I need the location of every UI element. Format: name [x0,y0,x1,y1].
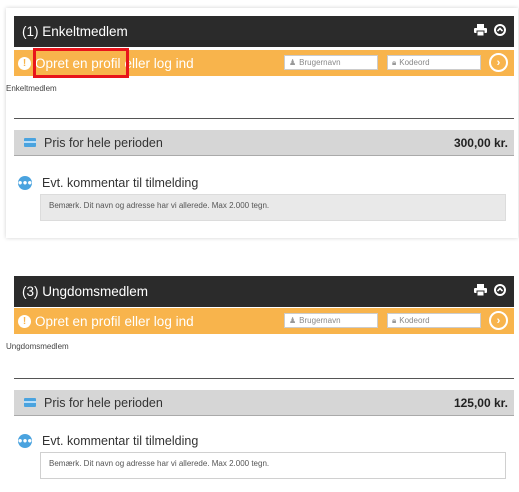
password-input[interactable]: 🔒︎ Kodeord [387,313,481,328]
user-icon: ♟ [289,316,297,325]
info-icon: ! [18,314,31,328]
highlight-box [33,48,129,78]
login-link[interactable]: eller log ind [125,314,194,329]
divider [14,378,514,379]
username-input[interactable]: ♟ Brugernavn [284,313,378,328]
circle-arrow-right-icon[interactable]: › [489,311,508,330]
price-bar: Pris for hele perioden 125,00 kr. [14,390,514,416]
print-icon[interactable] [474,284,487,299]
user-icon: ♟ [289,58,297,67]
comment-title: ●●● Evt. kommentar til tilmelding [18,434,198,448]
divider [14,118,514,119]
credit-card-icon [24,398,36,407]
comment-label: Evt. kommentar til tilmelding [42,176,199,190]
card-title: (1) Enkeltmedlem [22,24,128,39]
lock-icon: 🔒︎ [392,315,397,325]
create-profile-link[interactable]: Opret en profil [35,314,121,329]
credit-card-icon [24,138,36,147]
comment-textarea[interactable]: Bemærk. Dit navn og adresse har vi aller… [40,194,506,221]
circle-arrow-up-icon[interactable] [494,24,506,39]
price-label: Pris for hele perioden [44,395,163,410]
circle-arrow-up-icon[interactable] [494,284,506,299]
comment-textarea[interactable]: Bemærk. Dit navn og adresse har vi aller… [40,452,506,479]
comment-icon: ●●● [18,434,32,448]
member-type-label: Enkeltmedlem [6,84,57,93]
card-title: (3) Ungdomsmedlem [22,284,149,299]
comment-icon: ●●● [18,176,32,190]
username-input[interactable]: ♟ Brugernavn [284,55,378,70]
member-type-label: Ungdomsmedlem [6,342,69,351]
print-icon[interactable] [474,24,487,39]
card-header: (3) Ungdomsmedlem [14,276,514,307]
price-value: 300,00 kr. [453,135,508,150]
membership-card-1: (1) Enkeltmedlem ! Opret en profil eller… [6,8,518,238]
price-value: 125,00 kr. [453,395,508,410]
price-label: Pris for hele perioden [44,135,163,150]
price-bar: Pris for hele perioden 300,00 kr. [14,130,514,156]
circle-arrow-right-icon[interactable]: › [489,53,508,72]
info-icon: ! [18,56,31,70]
login-link[interactable]: eller log ind [125,56,194,71]
membership-card-3: (3) Ungdomsmedlem ! Opret en profil elle… [6,268,518,492]
comment-label: Evt. kommentar til tilmelding [42,434,199,448]
card-header: (1) Enkeltmedlem [14,16,514,47]
login-bar: ! Opret en profil eller log ind ♟ Bruger… [14,308,514,334]
comment-title: ●●● Evt. kommentar til tilmelding [18,176,198,190]
lock-icon: 🔒︎ [392,57,397,67]
password-input[interactable]: 🔒︎ Kodeord [387,55,481,70]
